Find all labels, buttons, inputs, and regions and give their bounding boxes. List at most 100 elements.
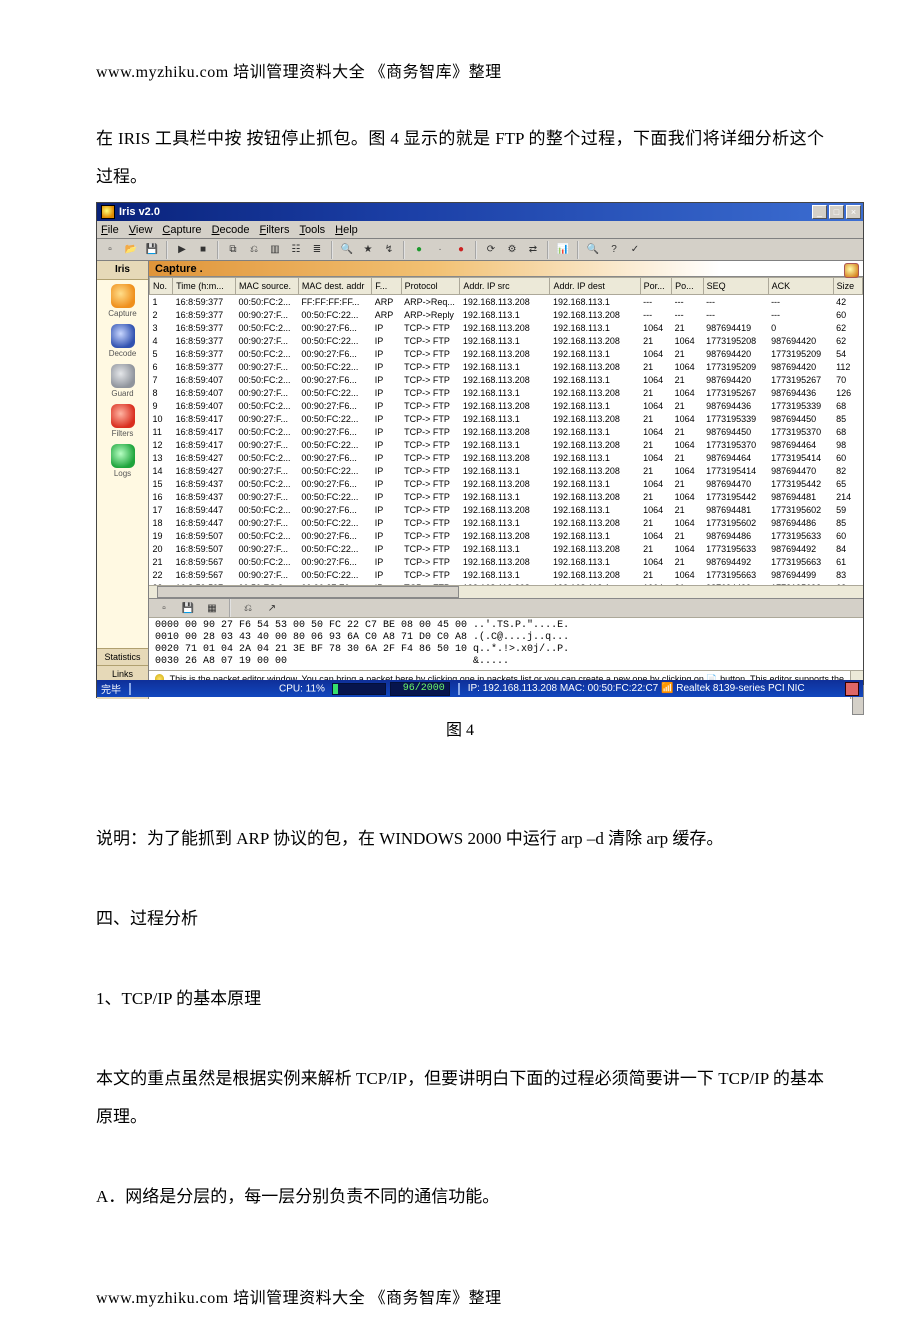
circle-green-icon[interactable]: ● <box>410 241 428 259</box>
sidebar-item-guard[interactable]: Guard <box>97 360 148 400</box>
packet-grid[interactable]: No.Time (h:m...MAC source.MAC dest. addr… <box>149 277 863 585</box>
packet-row[interactable]: 616:8:59:37700:90:27:F...00:50:FC:22...I… <box>150 360 863 373</box>
column-header[interactable]: Addr. IP src <box>460 278 550 295</box>
menu-tools[interactable]: Tools <box>299 224 325 236</box>
packet-row[interactable]: 2016:8:59:50700:90:27:F...00:50:FC:22...… <box>150 542 863 555</box>
column-header[interactable]: F... <box>372 278 401 295</box>
menu-capture[interactable]: Capture <box>162 224 201 236</box>
file-new-icon[interactable]: ▫ <box>101 241 119 259</box>
packet-row[interactable]: 1716:8:59:44700:50:FC:2...00:90:27:F6...… <box>150 503 863 516</box>
packet-row[interactable]: 1816:8:59:44700:90:27:F...00:50:FC:22...… <box>150 516 863 529</box>
packet-row[interactable]: 516:8:59:37700:50:FC:2...00:90:27:F6...I… <box>150 347 863 360</box>
column-header[interactable]: Size <box>833 278 862 295</box>
help-icon[interactable]: ? <box>605 241 623 259</box>
packet-row[interactable]: 216:8:59:37700:90:27:F...00:50:FC:22...A… <box>150 308 863 321</box>
filter-toggle-icon[interactable]: ⧉ <box>224 241 242 259</box>
paragraph-sub1: 1、TCP/IP 的基本原理 <box>96 980 824 1018</box>
adapter-icon[interactable]: ⇄ <box>524 241 542 259</box>
column-header[interactable]: Addr. IP dest <box>550 278 640 295</box>
tool-bar[interactable]: ▫📂💾▶■⧉⎌▥☷≣🔍★↯●·●⟳⚙⇄📊🔍?✓ <box>97 239 863 261</box>
packet-row[interactable]: 1016:8:59:41700:90:27:F...00:50:FC:22...… <box>150 412 863 425</box>
packet-row[interactable]: 116:8:59:37700:50:FC:2...FF:FF:FF:FF...A… <box>150 295 863 309</box>
packet-row[interactable]: 1616:8:59:43700:90:27:F...00:50:FC:22...… <box>150 490 863 503</box>
stop-icon[interactable]: ■ <box>194 241 212 259</box>
minimize-button[interactable]: _ <box>812 205 827 219</box>
menu-bar[interactable]: File View Capture Decode Filters Tools Help <box>97 221 863 239</box>
goto-icon[interactable]: ↯ <box>380 241 398 259</box>
circle-red-icon[interactable]: ● <box>452 241 470 259</box>
packet-row[interactable]: 1416:8:59:42700:90:27:F...00:50:FC:22...… <box>150 464 863 477</box>
app-icon <box>101 205 115 219</box>
column-header[interactable]: No. <box>150 278 173 295</box>
find-icon[interactable]: 🔍 <box>338 241 356 259</box>
about-icon[interactable]: ✓ <box>626 241 644 259</box>
sidebar-item-label: Logs <box>114 469 131 478</box>
packet-row[interactable]: 1216:8:59:41700:90:27:F...00:50:FC:22...… <box>150 438 863 451</box>
packet-row[interactable]: 1916:8:59:50700:50:FC:2...00:90:27:F6...… <box>150 529 863 542</box>
dot-icon[interactable]: · <box>431 241 449 259</box>
send-icon[interactable]: ↗ <box>263 599 281 617</box>
status-nic-icon <box>845 682 859 696</box>
decode-icon <box>111 324 135 348</box>
file-new-icon[interactable]: ▫ <box>155 599 173 617</box>
packet-row[interactable]: 716:8:59:40700:50:FC:2...00:90:27:F6...I… <box>150 373 863 386</box>
grid-hscrollbar[interactable] <box>149 585 863 598</box>
column-header[interactable]: MAC source. <box>235 278 298 295</box>
page-footer: www.myzhiku.com 培训管理资料大全 《商务智库》整理 <box>96 1284 824 1308</box>
maximize-button[interactable]: □ <box>829 205 844 219</box>
menu-filters[interactable]: Filters <box>260 224 290 236</box>
play-icon[interactable]: ▶ <box>173 241 191 259</box>
paragraph-body2: A．网络是分层的，每一层分别负责不同的通信功能。 <box>96 1178 824 1216</box>
packet-row[interactable]: 2116:8:59:56700:50:FC:2...00:90:27:F6...… <box>150 555 863 568</box>
view-list-icon[interactable]: ≣ <box>308 241 326 259</box>
packet-count: 96/2000 <box>390 682 450 696</box>
packet-row[interactable]: 416:8:59:37700:90:27:F...00:50:FC:22...I… <box>150 334 863 347</box>
decode-icon[interactable]: ⎌ <box>239 599 257 617</box>
column-header[interactable]: Time (h:m... <box>173 278 236 295</box>
window-title: Iris v2.0 <box>119 206 160 218</box>
packet-row[interactable]: 1516:8:59:43700:50:FC:2...00:90:27:F6...… <box>150 477 863 490</box>
packet-row[interactable]: 916:8:59:40700:50:FC:2...00:90:27:F6...I… <box>150 399 863 412</box>
sidebar-item-label: Decode <box>109 349 137 358</box>
close-button[interactable]: × <box>846 205 861 219</box>
view-hex-icon[interactable]: ▥ <box>266 241 284 259</box>
menu-decode[interactable]: Decode <box>212 224 250 236</box>
column-header[interactable]: Por... <box>640 278 671 295</box>
sidebar-item-filters[interactable]: Filters <box>97 400 148 440</box>
file-save-icon[interactable]: 💾 <box>143 241 161 259</box>
sidebar-tab-statistics[interactable]: Statistics <box>97 648 148 665</box>
file-open-icon[interactable]: 📂 <box>122 241 140 259</box>
column-header[interactable]: SEQ <box>703 278 768 295</box>
bookmark-icon[interactable]: ★ <box>359 241 377 259</box>
menu-help[interactable]: Help <box>335 224 358 236</box>
sidebar-item-capture[interactable]: Capture <box>97 280 148 320</box>
menu-file[interactable]: File <box>101 224 119 236</box>
sidebar-item-decode[interactable]: Decode <box>97 320 148 360</box>
stats-icon[interactable]: 📊 <box>554 241 572 259</box>
logs-icon <box>111 444 135 468</box>
column-header[interactable]: Po... <box>672 278 703 295</box>
packet-row[interactable]: 2216:8:59:56700:90:27:F...00:50:FC:22...… <box>150 568 863 581</box>
packet-row[interactable]: 1116:8:59:41700:50:FC:2...00:90:27:F6...… <box>150 425 863 438</box>
packet-row[interactable]: 816:8:59:40700:90:27:F...00:50:FC:22...I… <box>150 386 863 399</box>
hex-toolbar[interactable]: ▫ 💾 ▦ ⎌ ↗ <box>149 598 863 617</box>
app-screenshot: Iris v2.0 _ □ × FileViewCaptureDecodeFil… <box>96 202 864 698</box>
packet-row[interactable]: 316:8:59:37700:50:FC:2...00:90:27:F6...I… <box>150 321 863 334</box>
packet-row[interactable]: 1316:8:59:42700:50:FC:2...00:90:27:F6...… <box>150 451 863 464</box>
column-header[interactable]: Protocol <box>401 278 460 295</box>
view-grid-icon[interactable]: ▦ <box>203 599 221 617</box>
file-save-icon[interactable]: 💾 <box>179 599 197 617</box>
view-tree-icon[interactable]: ☷ <box>287 241 305 259</box>
menu-view[interactable]: View <box>129 224 153 236</box>
title-bar[interactable]: Iris v2.0 _ □ × <box>97 203 863 221</box>
column-header[interactable]: ACK <box>768 278 833 295</box>
decode-icon[interactable]: ⎌ <box>245 241 263 259</box>
sidebar-item-label: Guard <box>111 389 133 398</box>
capture-indicator-icon[interactable] <box>844 263 859 278</box>
status-bar: 完毕 CPU: 11% 96/2000 IP: 192.168.113.208 … <box>97 680 863 697</box>
column-header[interactable]: MAC dest. addr <box>298 278 371 295</box>
zoom-icon[interactable]: 🔍 <box>584 241 602 259</box>
sidebar-item-logs[interactable]: Logs <box>97 440 148 480</box>
refresh-icon[interactable]: ⟳ <box>482 241 500 259</box>
options-icon[interactable]: ⚙ <box>503 241 521 259</box>
